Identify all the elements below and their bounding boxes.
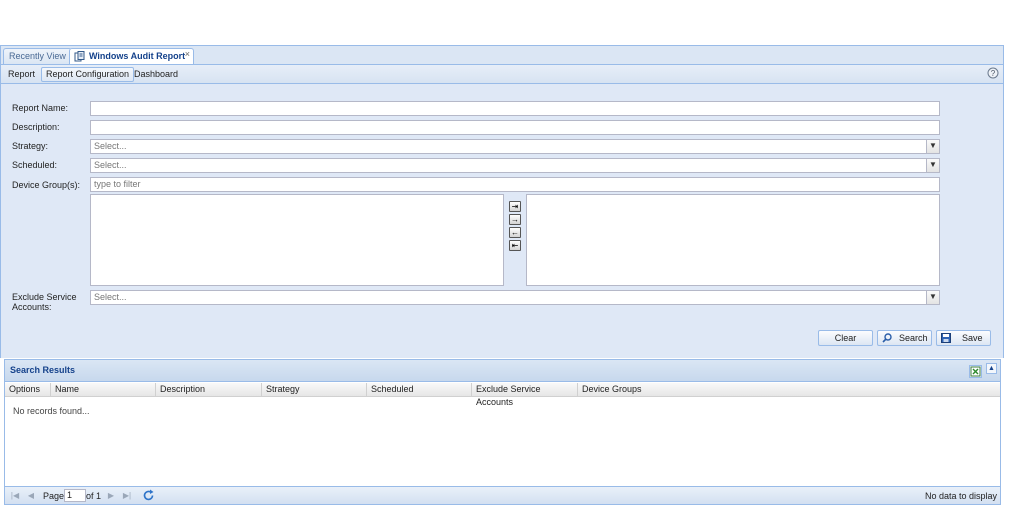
tab-bar: Recently View Windows Audit Report × [0,45,1004,66]
tab-label: Recently View [9,51,66,61]
empty-grid-message: No records found... [13,406,90,416]
results-grid-header: Options Name Description Strategy Schedu… [5,383,1000,407]
chevron-down-icon[interactable]: ▼ [926,159,939,172]
previous-page-icon[interactable]: ◀ [26,490,36,501]
column-header-exclude-service-accounts[interactable]: Exclude Service Accounts [472,383,578,407]
exclude-service-accounts-label: Exclude Service Accounts: [12,292,77,312]
strategy-select[interactable]: Select... ▼ [90,139,940,154]
sub-toolbar: Report Report Configuration Dashboard ? [0,64,1004,84]
device-groups-filter-placeholder: type to filter [94,179,141,189]
paging-status: No data to display [924,491,997,501]
description-label: Description: [12,122,60,132]
available-device-groups-list[interactable] [90,194,504,286]
subnav-label: Report [8,69,36,79]
help-circle-icon[interactable]: ? [987,67,999,79]
tab-label: Windows Audit Report [89,51,186,61]
move-all-left-icon[interactable]: ⇤ [509,240,521,251]
report-name-input[interactable] [90,101,940,116]
chevron-down-icon[interactable]: ▼ [926,291,939,304]
page-label: Page [43,491,65,501]
scheduled-label: Scheduled: [12,160,58,170]
page-number-input[interactable]: 1 [64,489,86,502]
column-header-description[interactable]: Description [156,383,262,397]
column-header-device-groups[interactable]: Device Groups [578,383,1000,397]
svg-text:?: ? [991,69,996,78]
chevron-down-icon[interactable]: ▼ [926,140,939,153]
next-page-icon[interactable]: ▶ [106,490,116,501]
save-button[interactable]: Save [936,330,991,346]
subnav-label: Report Configuration [46,69,130,79]
subnav-report-configuration[interactable]: Report Configuration [41,67,135,82]
clear-button[interactable]: Clear [818,330,873,346]
export-excel-icon[interactable] [969,365,982,378]
search-results-title: Search Results [10,365,76,375]
search-results-header: Search Results ▲ [5,360,1000,382]
move-right-icon[interactable]: → [509,214,521,225]
device-groups-label: Device Group(s): [12,180,81,190]
device-groups-filter-input[interactable]: type to filter [90,177,940,192]
strategy-placeholder: Select... [94,141,127,151]
tab-recently-view[interactable]: Recently View [3,48,72,65]
column-header-scheduled[interactable]: Scheduled [367,383,472,397]
subnav-label: Dashboard [134,69,179,79]
page-number-value: 1 [67,490,73,500]
last-page-icon[interactable]: ▶| [122,490,132,501]
search-button[interactable]: Search [877,330,932,346]
strategy-label: Strategy: [12,141,49,151]
move-left-icon[interactable]: ← [509,227,521,238]
report-icon [74,51,85,62]
exclude-service-accounts-select[interactable]: Select... ▼ [90,290,940,305]
subnav-dashboard[interactable]: Dashboard [129,67,183,82]
column-header-strategy[interactable]: Strategy [262,383,367,397]
refresh-icon[interactable] [142,489,155,502]
paging-toolbar: |◀ ◀ Page 1 of 1 ▶ ▶| No data to display [5,486,1000,504]
clear-button-label: Clear [834,333,857,343]
report-name-label: Report Name: [12,103,69,113]
search-results-panel: Search Results ▲ Options Name Descriptio… [4,359,1001,505]
collapse-icon[interactable]: ▲ [986,363,997,374]
save-icon [941,333,951,343]
description-input[interactable] [90,120,940,135]
column-header-options[interactable]: Options [5,383,51,397]
selected-device-groups-list[interactable] [526,194,940,286]
scheduled-placeholder: Select... [94,160,127,170]
subnav-report[interactable]: Report [3,67,40,82]
page-count-label: of 1 [86,491,102,501]
first-page-icon[interactable]: |◀ [10,490,20,501]
exclude-service-accounts-placeholder: Select... [94,292,127,302]
save-button-label: Save [962,333,983,343]
scheduled-select[interactable]: Select... ▼ [90,158,940,173]
column-header-name[interactable]: Name [51,383,156,397]
search-icon [882,333,892,343]
close-icon[interactable]: × [185,47,190,62]
search-button-label: Search [899,333,928,343]
move-all-right-icon[interactable]: ⇥ [509,201,521,212]
